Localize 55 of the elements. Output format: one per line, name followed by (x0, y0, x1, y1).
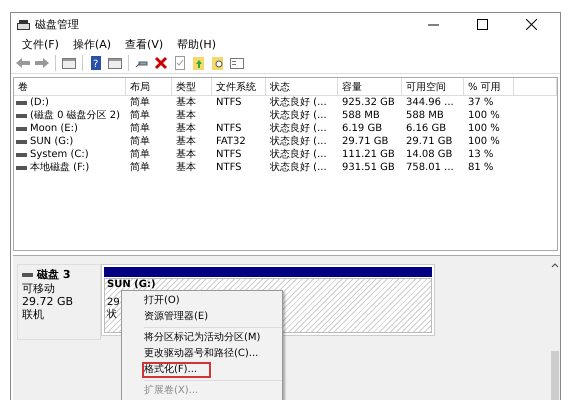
table-cell-text: 基本 (175, 109, 197, 122)
table-cell-text: 简单 (129, 96, 151, 109)
table-cell-text: 简单 (129, 161, 151, 174)
table-cell-text: 简单 (129, 122, 151, 135)
table-cell-text: 29.71 GB (341, 135, 390, 148)
table-cell-text: 13 % (467, 148, 494, 161)
disk-name: 磁盘 3 (37, 267, 70, 282)
table-cell-text: 基本 (175, 122, 197, 135)
disk-detail: 联机 (22, 308, 45, 321)
disk-detail: 29.72 GB (22, 295, 74, 308)
table-cell-text: FAT32 (215, 135, 247, 148)
table-cell: System (C:) (30, 148, 89, 161)
partition-label: SUN (G:) (107, 279, 156, 291)
table-cell: SUN (G:) (30, 135, 74, 148)
table-cell-text: 81 % (467, 161, 494, 174)
table-cell-text: NTFS (215, 161, 243, 174)
table-cell-text: 基本 (175, 148, 197, 161)
table-cell: (D:) (30, 96, 49, 109)
table-cell-text: 状态良好 (... (269, 96, 328, 109)
table-cell-text: 简单 (129, 135, 151, 148)
table-cell-text: 14.08 GB (405, 148, 454, 161)
table-cell-text: 100 % (467, 122, 501, 135)
table-cell: (磁盘 0 磁盘分区 2) (30, 109, 120, 122)
table-cell-text: 基本 (175, 135, 197, 148)
table-cell-text: 状态良好 (... (269, 122, 328, 135)
table-cell-text: 基本 (175, 161, 197, 174)
table-cell-text: 925.32 GB (341, 96, 396, 109)
table-cell-text: 344.96 ... (405, 96, 455, 109)
window-title: 磁盘管理 (35, 16, 80, 32)
table-cell-text: 111.21 GB (341, 148, 396, 161)
table-cell-text: 588 MB (341, 109, 381, 122)
table-cell-text: 状态良好 (... (269, 135, 328, 148)
table-cell-text: 简单 (129, 109, 151, 122)
table-cell: 本地磁盘 (F:) (30, 161, 90, 174)
table-cell-text: 6.19 GB (341, 122, 384, 135)
table-cell-text: 状态良好 (... (269, 109, 328, 122)
table-cell-text: 37 % (467, 96, 494, 109)
table-cell-text: 简单 (129, 148, 151, 161)
table-cell-text: 758.01 ... (405, 161, 455, 174)
table-cell-text: NTFS (215, 96, 243, 109)
table-cell-text: NTFS (215, 148, 243, 161)
table-cell-text: NTFS (215, 122, 243, 135)
disk-detail: 可移动 (22, 282, 56, 295)
table-cell-text: 6.16 GB (405, 122, 448, 135)
table-cell-text: 基本 (175, 96, 197, 109)
table-cell-text: 588 MB (405, 109, 445, 122)
table-cell-text: 100 % (467, 109, 501, 122)
table-cell-text: 状态良好 (... (269, 161, 328, 174)
table-cell: Moon (E:) (30, 122, 78, 135)
partition-detail: 29 (107, 297, 120, 308)
table-cell-text: 29.71 GB (405, 135, 454, 148)
partition-detail: 状 (107, 309, 117, 321)
table-cell-text: 状态良好 (... (269, 148, 328, 161)
table-cell-text: 931.51 GB (341, 161, 396, 174)
table-cell-text: 100 % (467, 135, 501, 148)
